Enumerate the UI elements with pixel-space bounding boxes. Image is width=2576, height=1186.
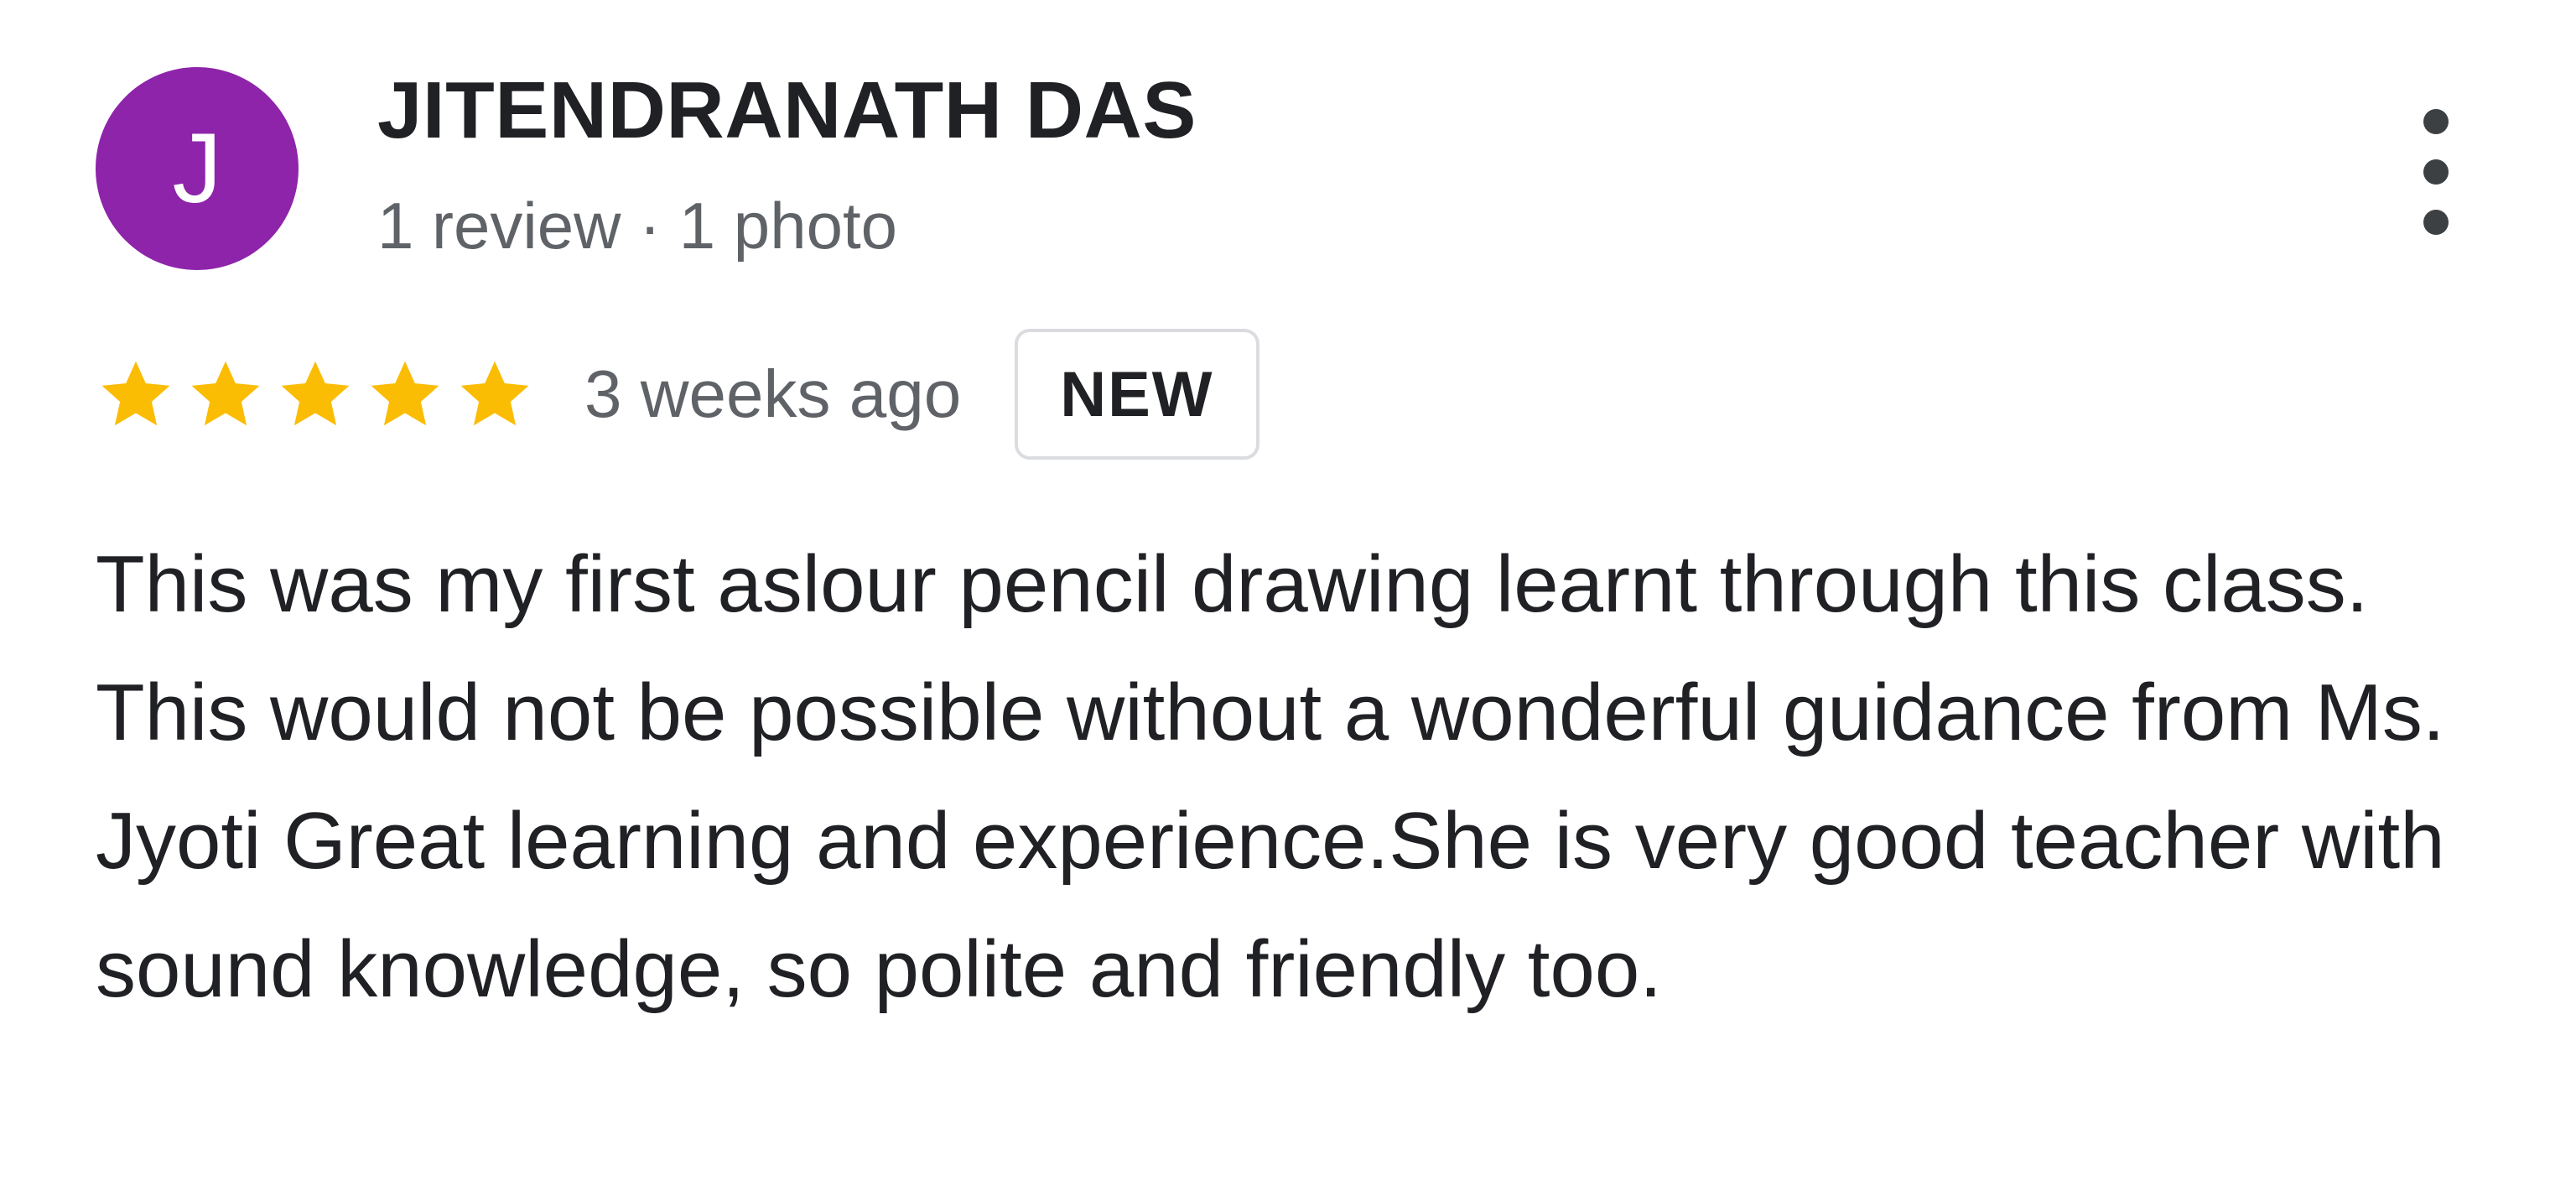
more-vertical-icon-dot [2423, 159, 2449, 185]
author-name[interactable]: JITENDRANATH DAS [377, 70, 1197, 151]
star-icon [454, 354, 535, 434]
author-block: JITENDRANATH DAS 1 review · 1 photo [377, 67, 1197, 263]
star-icon [96, 354, 176, 434]
more-options-button[interactable] [2407, 109, 2465, 235]
avatar[interactable]: J [96, 67, 299, 270]
star-icon [365, 354, 445, 434]
more-vertical-icon-dot [2423, 210, 2449, 235]
rating-row: 3 weeks ago NEW [96, 325, 1259, 463]
star-icon [275, 354, 356, 434]
star-icon [185, 354, 266, 434]
author-meta: 1 review · 1 photo [377, 189, 898, 263]
review-text: This was my first aslour pencil drawing … [96, 539, 2445, 1014]
more-vertical-icon [2423, 109, 2449, 134]
avatar-initial: J [172, 113, 222, 224]
new-badge: NEW [1015, 329, 1259, 460]
star-rating [96, 354, 544, 434]
review-time: 3 weeks ago [584, 356, 962, 431]
review-card: J JITENDRANATH DAS 1 review · 1 photo 3 … [0, 0, 2576, 1186]
